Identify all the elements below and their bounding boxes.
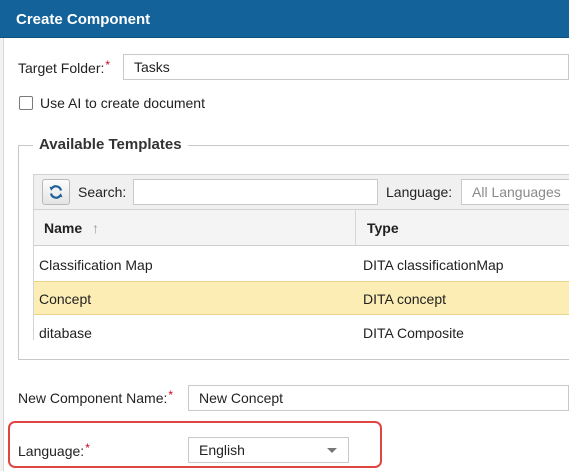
template-language-placeholder: All Languages [472,184,561,200]
template-type-cell: DITA Composite [363,325,464,340]
template-name-cell: Classification Map [39,257,153,273]
component-name-label: New Component Name:* [18,388,174,406]
dialog-left-border [0,38,4,471]
sort-ascending-icon: ↑ [92,220,100,236]
column-header-name[interactable]: Name ↑ [44,220,99,236]
search-label: Search: [78,184,127,200]
template-name-cell: Concept [39,291,92,307]
template-language-label: Language: [386,184,453,200]
target-folder-label-text: Target Folder: [18,60,105,76]
required-asterisk: * [168,388,174,402]
language-label-text: Language: [18,443,85,459]
available-templates-legend: Available Templates [33,136,188,153]
column-header-type[interactable]: Type [367,220,399,236]
required-asterisk: * [105,58,111,72]
use-ai-label[interactable]: Use AI to create document [40,95,205,111]
template-type-cell: DITA concept [363,291,447,307]
component-name-field[interactable]: New Concept [188,385,569,411]
component-name-label-text: New Component Name: [18,390,168,406]
templates-grid-header [33,210,569,246]
refresh-button[interactable] [42,179,70,205]
table-row[interactable]: ditabase DITA Composite [34,316,569,340]
column-header-name-label: Name [44,220,83,236]
use-ai-checkbox[interactable] [19,96,33,110]
target-folder-value: Tasks [134,59,170,75]
search-input[interactable] [133,179,378,205]
template-language-filter[interactable]: All Languages [461,179,569,205]
target-folder-field[interactable]: Tasks [123,54,569,80]
column-divider [355,210,356,246]
language-label: Language:* [18,441,90,459]
language-value: English [199,442,245,458]
target-folder-label: Target Folder:* [18,58,111,76]
required-asterisk: * [85,441,90,455]
table-row[interactable]: Classification Map DITA classificationMa… [34,248,569,282]
component-name-value: New Concept [199,390,284,406]
chevron-down-icon[interactable] [327,448,337,453]
dialog-title: Create Component [0,0,569,38]
refresh-icon [49,185,63,199]
language-select[interactable]: English [188,437,349,463]
templates-grid: Classification Map DITA classificationMa… [33,246,569,340]
template-name-cell: ditabase [39,325,92,340]
template-type-cell: DITA classificationMap [363,257,504,273]
table-row-selected[interactable]: Concept DITA concept [34,281,569,315]
